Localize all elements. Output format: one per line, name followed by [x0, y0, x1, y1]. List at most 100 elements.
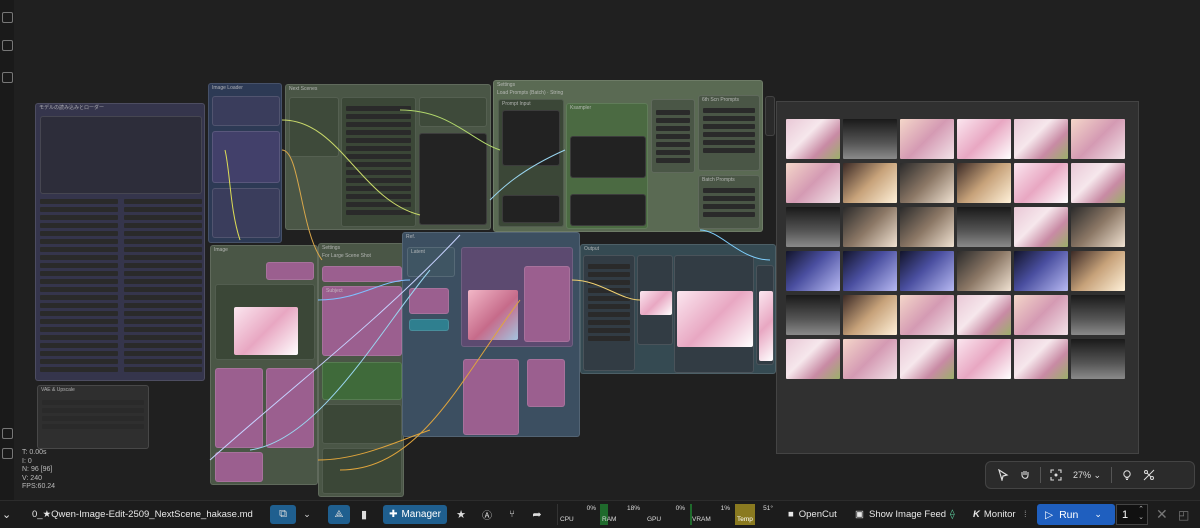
zoom-value: 27% — [1072, 469, 1091, 480]
hud-n: N: 96 [96] — [22, 466, 53, 473]
select-pointer-icon[interactable] — [992, 464, 1014, 486]
monitor-label: Monitor — [983, 509, 1016, 520]
gpu-label: GPU — [647, 516, 662, 523]
gallery-thumbnail[interactable] — [957, 251, 1011, 291]
gallery-thumbnail[interactable] — [957, 207, 1011, 247]
hud-i: I: 0 — [22, 457, 32, 465]
hand-pan-icon[interactable] — [1014, 464, 1036, 486]
queue-add-icon: ⧉ — [279, 508, 287, 520]
gallery-thumbnail[interactable] — [843, 163, 897, 203]
gallery-thumbnail[interactable] — [957, 163, 1011, 203]
canvas-toolbar: 27% ⌄ — [985, 461, 1195, 489]
lightbulb-icon[interactable] — [1116, 464, 1138, 486]
manager-button[interactable]: ✚ Manager — [383, 505, 447, 524]
feed-pin-button[interactable]: ⟠ — [950, 505, 955, 524]
star-button[interactable]: ★ — [452, 505, 470, 524]
workflow-tab-name: 0_★Qwen-Image-Edit-2509_NextScene_hakase… — [32, 509, 253, 520]
batch-count-input[interactable]: 1 ⌃ ⌄ — [1116, 504, 1148, 525]
fit-view-icon[interactable] — [1045, 464, 1067, 486]
share-arrow-icon: ➦ — [532, 509, 542, 521]
gallery-thumbnail[interactable] — [1014, 339, 1068, 379]
triangle-tool-button[interactable]: ⟁ — [328, 505, 350, 524]
gallery-thumbnail[interactable] — [1014, 163, 1068, 203]
workflow-menu-chevron[interactable]: ⌄ — [2, 505, 11, 524]
temp-meter: 51° Temp — [735, 504, 775, 525]
gallery-thumbnail[interactable] — [1014, 207, 1068, 247]
gallery-thumbnail[interactable] — [1071, 339, 1125, 379]
bookmark-button[interactable]: ▮ — [355, 505, 373, 524]
gallery-thumbnail[interactable] — [843, 251, 897, 291]
gallery-thumbnail[interactable] — [843, 119, 897, 159]
chevron-down-icon: ⌄ — [303, 509, 311, 519]
close-icon[interactable]: ✕ — [1156, 505, 1168, 524]
gallery-thumbnail[interactable] — [786, 119, 840, 159]
puzzle-icon: ✚ — [389, 509, 398, 520]
gallery-thumbnail[interactable] — [843, 295, 897, 335]
play-icon: ▷ — [1045, 508, 1054, 521]
gallery-thumbnail[interactable] — [957, 339, 1011, 379]
show-image-feed-button[interactable]: ▣ Show Image Feed — [855, 505, 946, 524]
chevron-down-icon[interactable]: ⌄ — [1094, 509, 1102, 520]
gallery-thumbnail[interactable] — [786, 339, 840, 379]
gallery-thumbnail[interactable] — [786, 163, 840, 203]
opencut-label: OpenCut — [798, 509, 837, 520]
link-visibility-icon[interactable] — [1138, 464, 1160, 486]
gallery-thumbnail[interactable] — [786, 207, 840, 247]
opencut-button[interactable]: ■ OpenCut — [788, 505, 837, 524]
bookmark-icon: ▮ — [360, 509, 368, 521]
workflow-tab[interactable]: 0_★Qwen-Image-Edit-2509_NextScene_hakase… — [32, 505, 253, 524]
gallery-thumbnail[interactable] — [1071, 163, 1125, 203]
gallery-thumbnail[interactable] — [843, 339, 897, 379]
vram-value: 1% — [720, 505, 730, 512]
stepper-icon[interactable]: ⌃ ⌄ — [1138, 506, 1144, 522]
graph-canvas[interactable]: モデルの読み込みとローダー VAE & Upscale Image Loader… — [0, 0, 1200, 500]
sitemap-button[interactable]: ⑂ — [503, 505, 521, 524]
gallery-thumbnail[interactable] — [1071, 295, 1125, 335]
gallery-thumbnail[interactable] — [1014, 251, 1068, 291]
gallery-thumbnail[interactable] — [843, 207, 897, 247]
drag-handle-icon[interactable]: ⁞ — [1024, 505, 1027, 524]
show-feed-label: Show Image Feed — [868, 509, 947, 520]
monitor-button[interactable]: K Monitor — [973, 505, 1016, 524]
gallery-thumbnail[interactable] — [900, 251, 954, 291]
hud-fps: FPS:60.24 — [22, 483, 56, 490]
zoom-control[interactable]: 27% ⌄ — [1067, 470, 1107, 481]
triangle-icon: ⟁ — [334, 509, 344, 520]
queue-dropdown[interactable]: ⌄ — [300, 505, 314, 524]
hud-time: T: 0.00s — [22, 449, 47, 456]
gpu-meter: 0% GPU — [645, 504, 687, 525]
gallery-thumbnail[interactable] — [900, 339, 954, 379]
run-label: Run — [1059, 508, 1079, 521]
gallery-thumbnail[interactable] — [957, 119, 1011, 159]
maximize-icon[interactable]: ◰ — [1178, 505, 1189, 524]
gallery-thumbnail[interactable] — [900, 207, 954, 247]
batch-count-value: 1 — [1122, 508, 1129, 521]
star-icon: ★ — [456, 509, 466, 521]
bottom-bar: ⌄ 0_★Qwen-Image-Edit-2509_NextScene_haka… — [0, 500, 1200, 528]
toolbar-divider — [1040, 467, 1041, 483]
queue-add-button[interactable]: ⧉ — [270, 505, 296, 524]
sitemap-icon: ⑂ — [509, 509, 515, 520]
gallery-thumbnail[interactable] — [957, 295, 1011, 335]
gallery-thumbnail[interactable] — [900, 295, 954, 335]
cpu-meter: 0% CPU — [557, 504, 598, 525]
gallery-thumbnail[interactable] — [1014, 295, 1068, 335]
temp-label: Temp — [737, 516, 753, 523]
image-feed-gallery[interactable] — [776, 101, 1139, 454]
manager-label: Manager — [401, 509, 441, 520]
share-button[interactable]: ➦ — [528, 505, 546, 524]
gallery-thumbnail[interactable] — [786, 295, 840, 335]
image-icon: ▣ — [855, 509, 864, 520]
gallery-thumbnail[interactable] — [1071, 251, 1125, 291]
gallery-thumbnail[interactable] — [1071, 207, 1125, 247]
gallery-thumbnail[interactable] — [900, 163, 954, 203]
gallery-thumbnail[interactable] — [900, 119, 954, 159]
gallery-thumbnail[interactable] — [1014, 119, 1068, 159]
stats-hud: T: 0.00s I: 0 N: 96 [96] V: 240 FPS:60.2… — [22, 449, 55, 492]
run-button[interactable]: ▷ Run ⌄ — [1037, 504, 1115, 525]
agent-button[interactable]: Ⓐ — [478, 505, 496, 524]
chevron-down-icon: ⌄ — [1093, 469, 1102, 480]
monitor-k-icon: K — [973, 509, 980, 520]
gallery-thumbnail[interactable] — [786, 251, 840, 291]
gallery-thumbnail[interactable] — [1071, 119, 1125, 159]
